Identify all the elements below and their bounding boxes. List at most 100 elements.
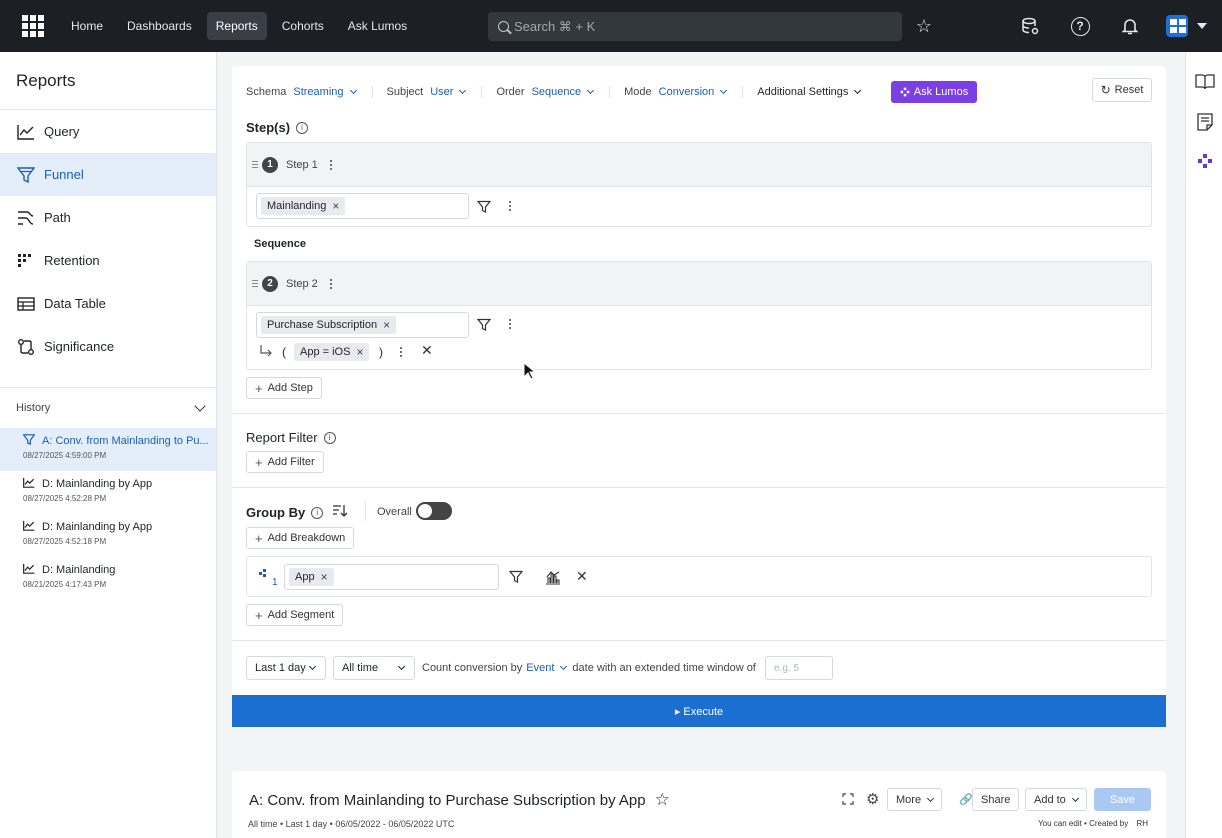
close-icon[interactable]: ✕: [576, 568, 588, 585]
app-grid-icon[interactable]: [22, 15, 44, 37]
time-range-select[interactable]: Last 1 day: [246, 656, 326, 680]
fullscreen-icon[interactable]: [842, 793, 854, 805]
workspace-avatar[interactable]: [1166, 15, 1188, 37]
history-item[interactable]: A: Conv. from Mainlanding to Pu... 08/27…: [0, 428, 216, 471]
add-step-button[interactable]: + Add Step: [246, 377, 322, 399]
history-item[interactable]: D: Mainlanding 08/21/2025 4:17:43 PM: [0, 557, 216, 600]
filter-icon[interactable]: [477, 318, 491, 332]
time-window-input[interactable]: e.g. 5: [765, 656, 833, 680]
star-icon[interactable]: ☆: [655, 790, 670, 810]
more-options-icon[interactable]: [329, 278, 332, 289]
info-icon[interactable]: i: [311, 506, 324, 519]
close-icon[interactable]: ×: [321, 570, 328, 584]
sidebar-item-path[interactable]: Path: [0, 196, 216, 239]
nav-reports[interactable]: Reports: [206, 12, 267, 40]
sidebar-item-query[interactable]: Query: [0, 110, 216, 153]
drag-handle-icon[interactable]: [252, 161, 258, 168]
filter-icon[interactable]: [477, 200, 491, 214]
step-1-event-input[interactable]: Mainlanding ×: [256, 193, 469, 219]
mode-select[interactable]: Mode Conversion: [624, 86, 744, 98]
mode-label: Mode: [624, 86, 652, 98]
plus-icon: +: [255, 607, 263, 623]
history-item[interactable]: D: Mainlanding by App 08/27/2025 4:52:18…: [0, 514, 216, 557]
breakdown-property-input[interactable]: App ×: [284, 564, 499, 590]
breakdown-icon: [259, 569, 266, 577]
result-title: A: Conv. from Mainlanding to Purchase Su…: [249, 790, 670, 810]
add-filter-button[interactable]: + Add Filter: [246, 451, 324, 473]
close-paren: ): [379, 345, 383, 359]
sidebar-item-significance[interactable]: Significance: [0, 325, 216, 368]
line-chart-icon: [16, 122, 36, 142]
search-input[interactable]: Search ⌘ + K: [488, 12, 902, 41]
additional-settings-dropdown[interactable]: Additional Settings: [757, 86, 862, 98]
add-segment-button[interactable]: + Add Segment: [246, 604, 344, 626]
more-options-icon[interactable]: [509, 201, 511, 211]
ask-lumos-label: Ask Lumos: [913, 86, 969, 98]
bell-icon[interactable]: [1119, 15, 1141, 37]
history-item-date: 08/21/2025 4:17:43 PM: [23, 580, 107, 589]
save-label: Save: [1109, 793, 1136, 806]
nav-ask-lumos[interactable]: Ask Lumos: [339, 12, 416, 40]
link-icon: 🔗: [959, 794, 973, 806]
more-options-icon[interactable]: [509, 319, 511, 329]
close-icon[interactable]: ×: [332, 199, 339, 213]
count-conversion-label: Count conversion by: [422, 662, 523, 674]
execute-button[interactable]: ▸ Execute: [232, 695, 1166, 727]
add-to-button[interactable]: Add to: [1025, 788, 1087, 811]
overall-toggle[interactable]: [416, 502, 452, 520]
schema-select[interactable]: Schema Streaming: [246, 86, 373, 98]
count-by-value: Event: [526, 662, 555, 674]
history-item[interactable]: D: Mainlanding by App 08/27/2025 4:52:28…: [0, 471, 216, 514]
add-breakdown-button[interactable]: + Add Breakdown: [246, 527, 355, 549]
property-chip: App ×: [289, 568, 334, 586]
gear-icon[interactable]: ⚙: [866, 790, 879, 808]
count-by-select[interactable]: Event: [526, 662, 568, 674]
order-select[interactable]: Order Sequence: [496, 86, 611, 98]
step-2-event-input[interactable]: Purchase Subscription ×: [256, 312, 469, 338]
close-icon[interactable]: ✕: [421, 342, 433, 359]
lumos-icon[interactable]: [1195, 151, 1215, 171]
filter-icon[interactable]: [509, 570, 523, 584]
sidebar-item-funnel[interactable]: Funnel: [0, 153, 216, 196]
notes-icon[interactable]: [1195, 112, 1215, 132]
info-icon[interactable]: i: [323, 431, 336, 444]
reset-button[interactable]: ↻ Reset: [1092, 78, 1152, 102]
add-segment-label: Add Segment: [267, 609, 335, 621]
close-icon[interactable]: ×: [383, 318, 390, 332]
chevron-down-icon: [1071, 794, 1079, 802]
add-step-label: Add Step: [267, 382, 313, 394]
group-by-title: Group By i: [246, 505, 324, 520]
nav-dashboards[interactable]: Dashboards: [118, 12, 201, 40]
more-options-icon[interactable]: [400, 347, 402, 357]
help-icon[interactable]: ?: [1069, 15, 1091, 37]
more-button[interactable]: More: [887, 788, 943, 811]
share-label-button[interactable]: Share: [972, 788, 1020, 811]
chevron-down-icon[interactable]: [1197, 23, 1207, 29]
all-time-select[interactable]: All time: [333, 656, 415, 680]
funnel-icon: [16, 165, 36, 185]
sort-icon[interactable]: [332, 503, 348, 519]
history-item-date: 08/27/2025 4:52:18 PM: [23, 537, 107, 546]
time-range-value: Last 1 day: [255, 662, 306, 674]
chevron-down-icon: [587, 86, 595, 95]
nav-home[interactable]: Home: [62, 12, 112, 40]
star-icon[interactable]: ☆: [913, 15, 935, 37]
history-header[interactable]: History: [0, 388, 216, 428]
search-icon: [498, 21, 509, 32]
sidebar-item-data-table[interactable]: Data Table: [0, 282, 216, 325]
save-button[interactable]: Save: [1094, 788, 1151, 811]
subject-select[interactable]: Subject User: [387, 86, 483, 98]
step-label: Step 1: [286, 158, 318, 171]
histogram-icon[interactable]: [545, 569, 561, 585]
add-to-label: Add to: [1034, 793, 1066, 806]
ask-lumos-button[interactable]: Ask Lumos: [891, 81, 977, 103]
drag-handle-icon[interactable]: [252, 280, 258, 287]
nav-cohorts[interactable]: Cohorts: [273, 12, 333, 40]
close-icon[interactable]: ×: [356, 345, 363, 359]
database-settings-icon[interactable]: [1019, 15, 1041, 37]
sidebar-item-retention[interactable]: Retention: [0, 239, 216, 282]
info-icon[interactable]: i: [296, 121, 309, 134]
property-filter-chip[interactable]: App = iOS ×: [294, 343, 370, 361]
book-icon[interactable]: [1195, 72, 1215, 92]
more-options-icon[interactable]: [329, 159, 332, 170]
